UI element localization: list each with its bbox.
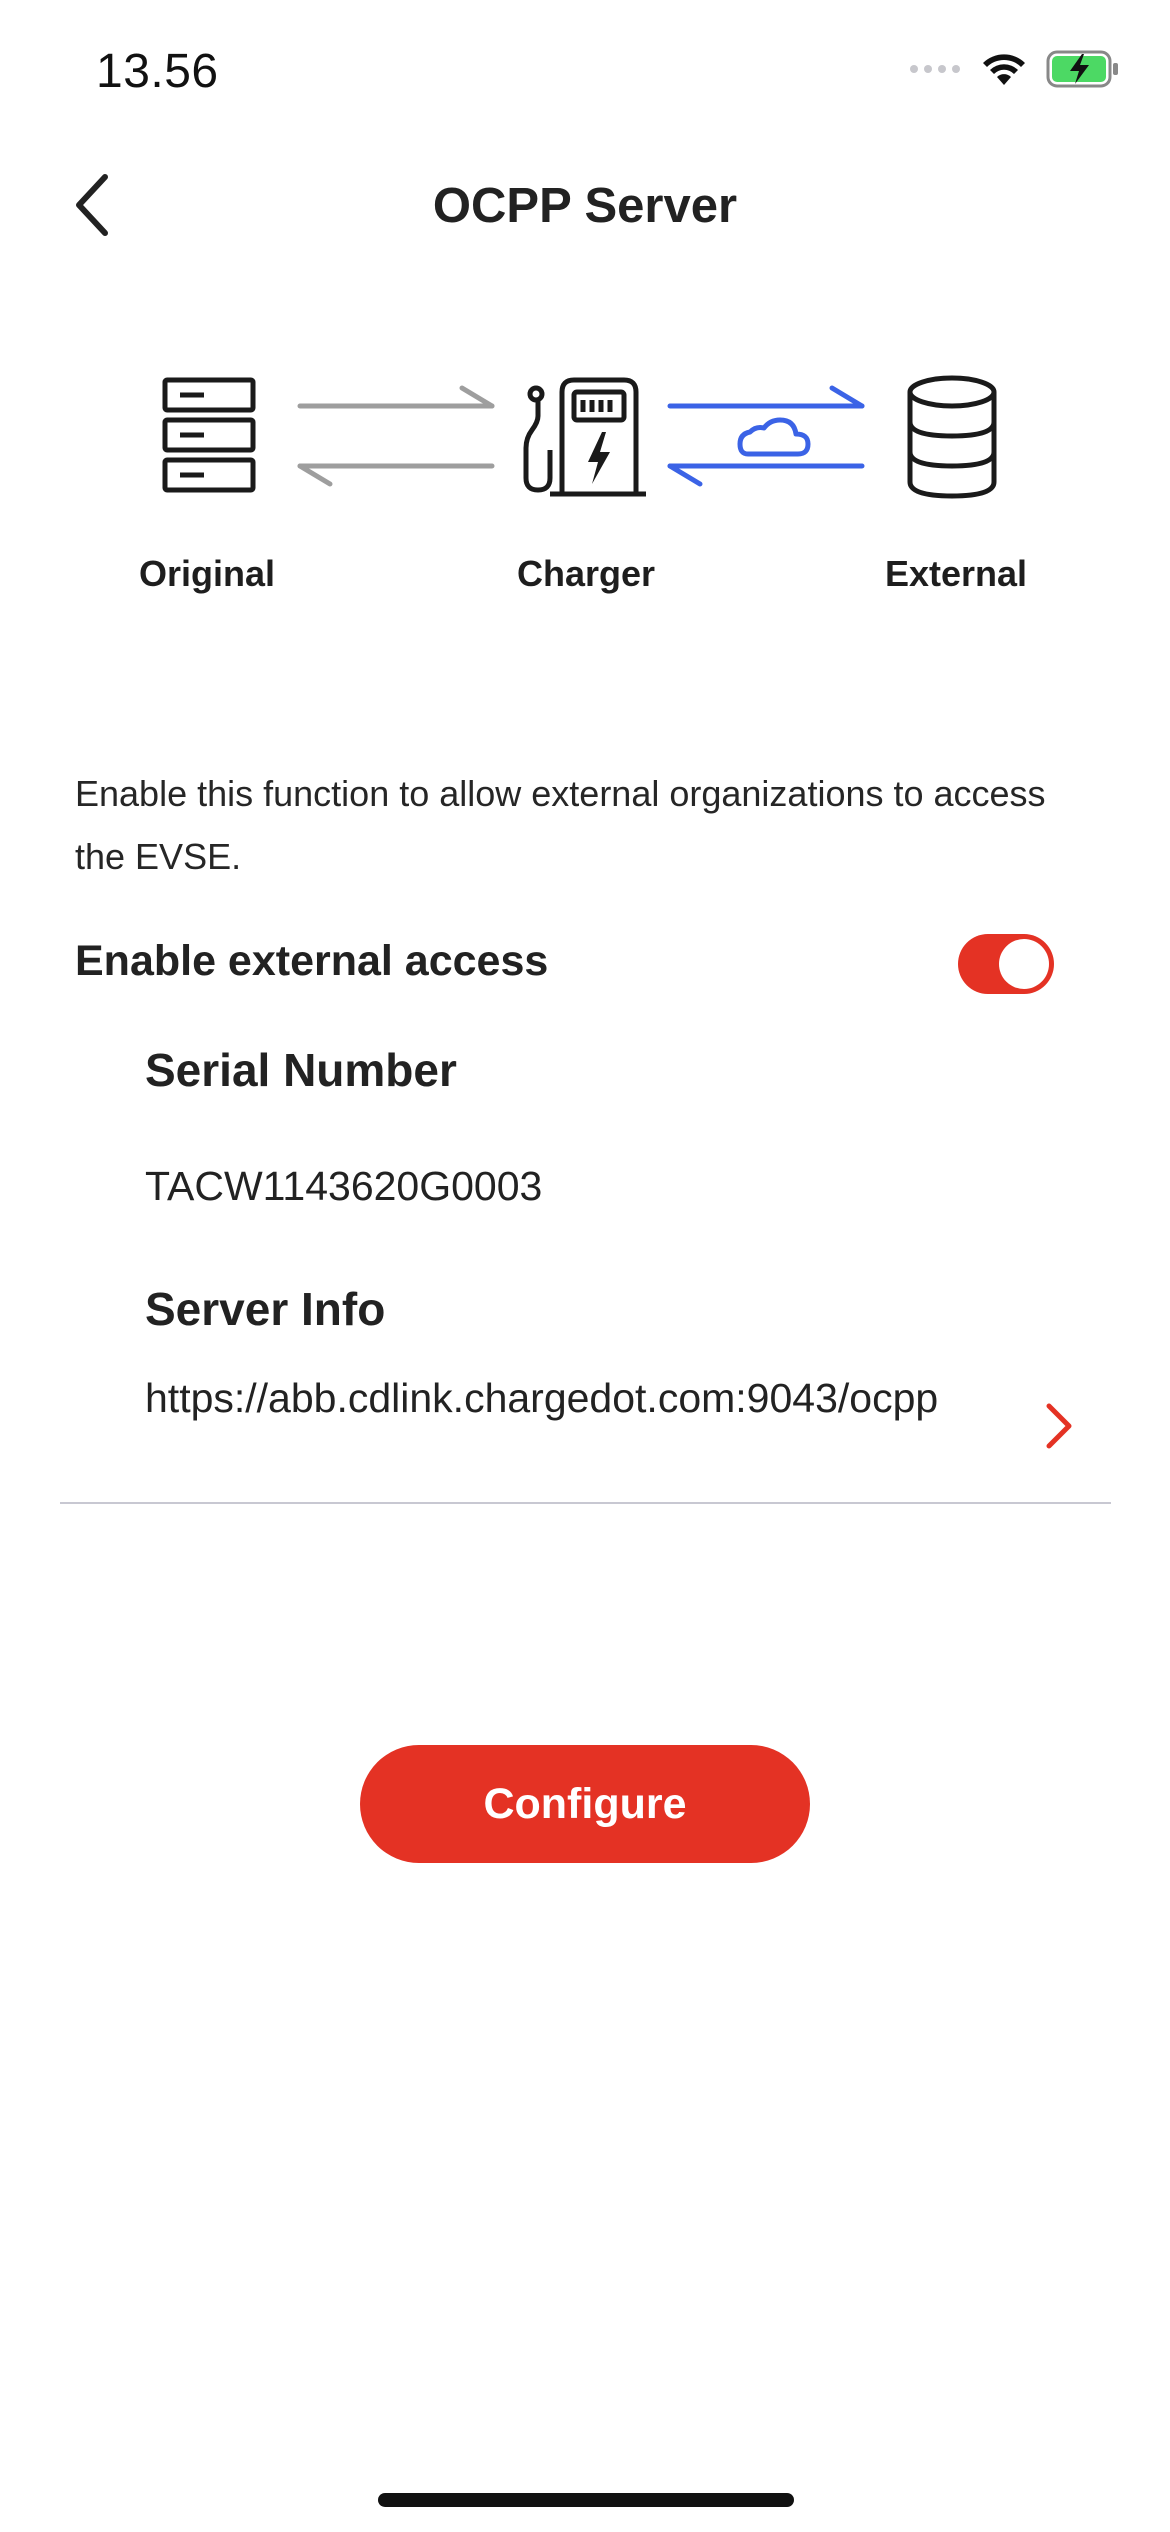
- cloud-icon: [737, 417, 811, 457]
- battery-charging-icon: [1046, 50, 1120, 93]
- database-icon: [907, 375, 997, 499]
- page-title: OCPP Server: [432, 179, 738, 233]
- diagram-label-external: External: [884, 553, 1028, 594]
- serial-number-value: TACW1143620G0003: [145, 1163, 543, 1209]
- divider: [60, 1502, 1111, 1504]
- wifi-icon: [980, 51, 1028, 92]
- configure-button[interactable]: Configure: [360, 1745, 810, 1863]
- toggle-knob: [999, 939, 1049, 989]
- function-description: Enable this function to allow external o…: [75, 773, 1046, 877]
- status-icons: [908, 50, 1120, 93]
- connection-diagram: [0, 370, 1170, 510]
- serial-number-heading: Serial Number: [145, 1044, 457, 1096]
- status-time: 13.56: [96, 45, 219, 98]
- diagram-label-charger: Charger: [516, 553, 656, 594]
- external-access-label: Enable external access: [75, 937, 549, 985]
- charging-station-icon: [523, 377, 646, 497]
- server-info-row[interactable]: https://abb.cdlink.chargedot.com:9043/oc…: [60, 1370, 1111, 1504]
- bidirectional-arrow-icon: [297, 385, 495, 487]
- home-indicator: [378, 2493, 794, 2507]
- server-rack-icon: [162, 377, 256, 493]
- signal-icon: [908, 59, 962, 84]
- server-info-value: https://abb.cdlink.chargedot.com:9043/oc…: [145, 1375, 939, 1421]
- lightning-bolt-icon: [588, 432, 610, 484]
- chevron-right-icon: [1046, 1403, 1072, 1449]
- server-info-heading: Server Info: [145, 1283, 386, 1335]
- diagram-label-original: Original: [138, 553, 276, 594]
- external-access-toggle[interactable]: [958, 934, 1054, 994]
